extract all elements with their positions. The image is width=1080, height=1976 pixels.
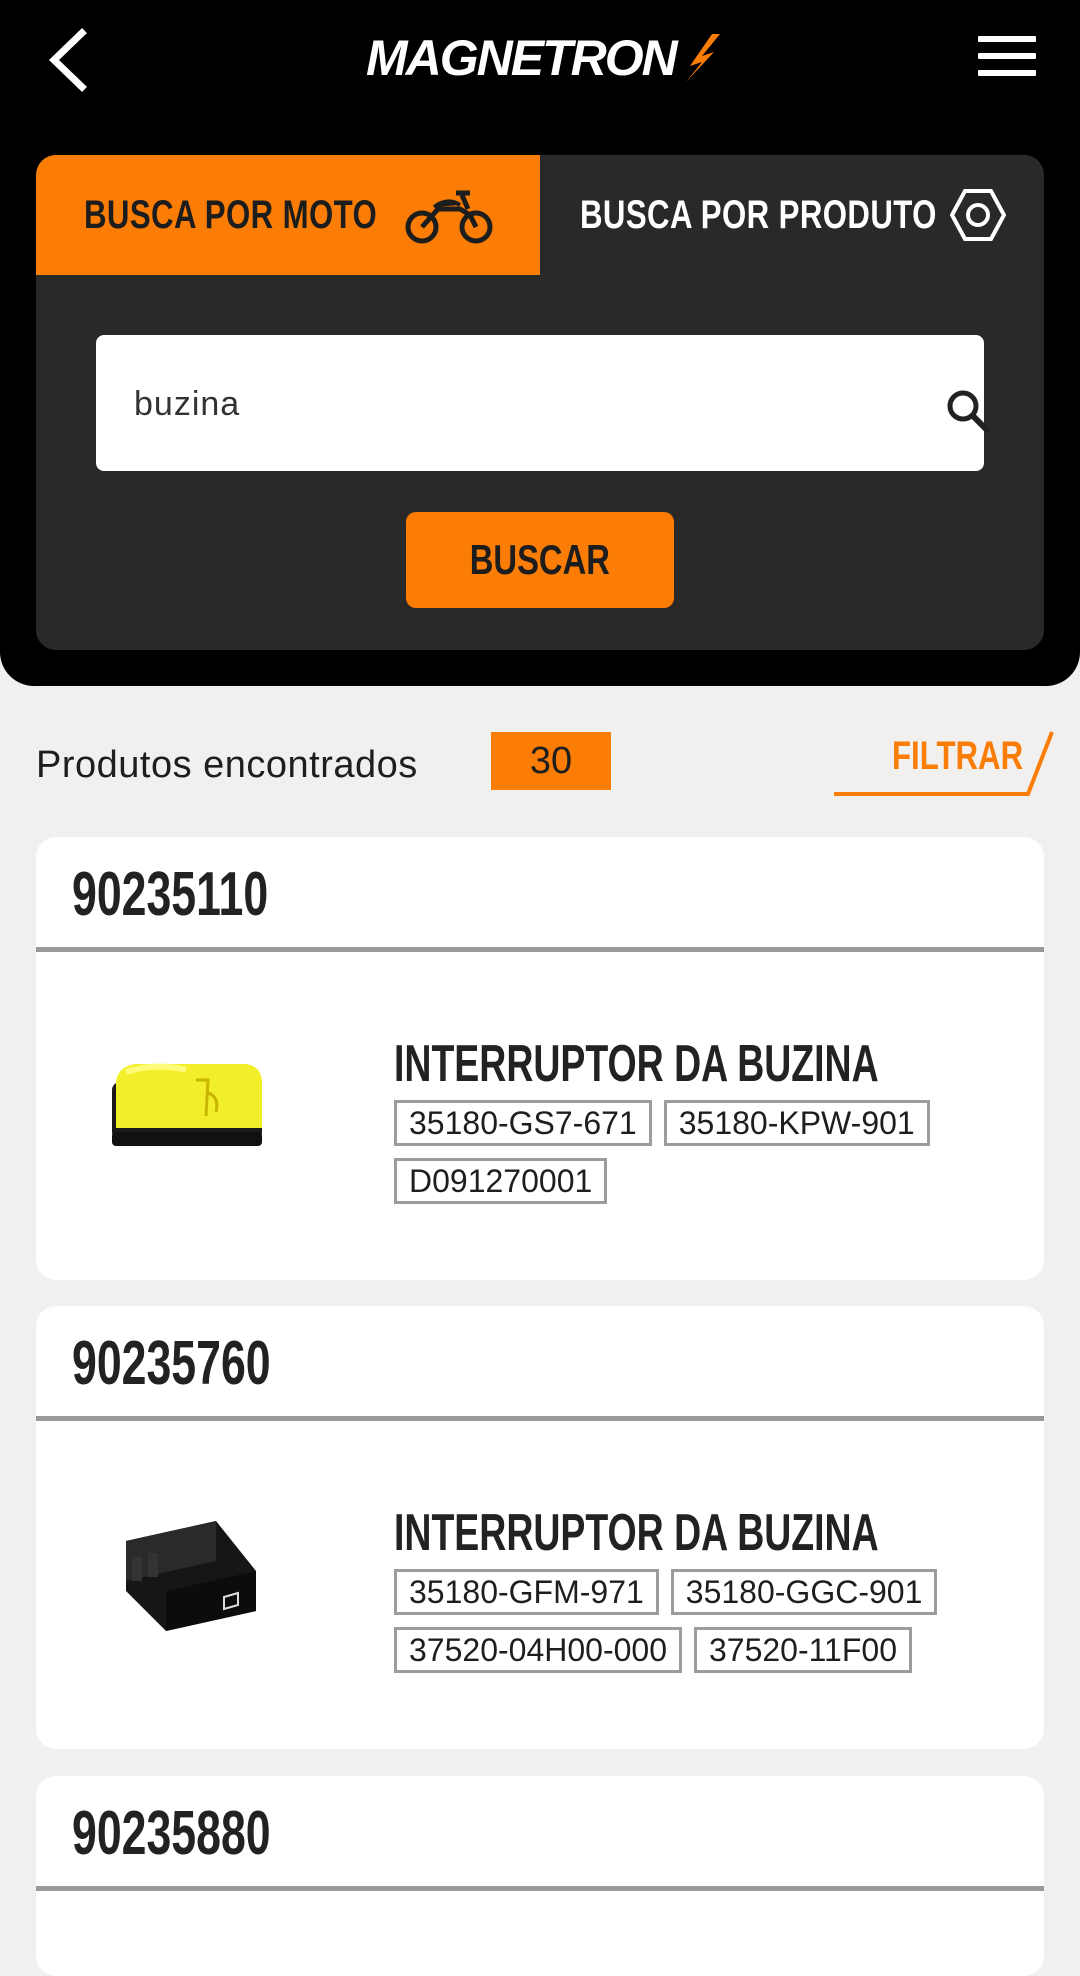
- reference-tag: 35180-GFM-971: [394, 1569, 659, 1615]
- filter-button[interactable]: FILTRAR: [796, 726, 1056, 798]
- filter-underline-icon: [834, 731, 1054, 796]
- reference-tag: 35180-GS7-671: [394, 1100, 652, 1146]
- results-count-badge: 30: [491, 732, 611, 790]
- tab-busca-por-produto[interactable]: BUSCA POR PRODUTO: [540, 155, 1044, 275]
- search-box: [96, 335, 990, 471]
- buscar-button[interactable]: BUSCAR: [406, 512, 674, 608]
- product-card[interactable]: 90235880: [36, 1776, 1044, 1976]
- results-bar: Produtos encontrados 30 FILTRAR: [36, 726, 1054, 816]
- reference-tag: 37520-04H00-000: [394, 1627, 682, 1673]
- brand-logo[interactable]: MAGNETRON: [366, 28, 724, 88]
- product-card-header: 90235110: [36, 837, 1044, 952]
- product-card-header: 90235760: [36, 1306, 1044, 1421]
- product-card-body: INTERRUPTOR DA BUZINA 35180-GS7-671 3518…: [36, 952, 1044, 1277]
- search-input[interactable]: [132, 371, 876, 437]
- product-title: INTERRUPTOR DA BUZINA: [394, 1035, 879, 1093]
- black-horn-switch-image: [126, 1521, 256, 1631]
- hex-nut-icon: [950, 189, 1006, 241]
- motorcycle-icon: [405, 190, 493, 244]
- hamburger-menu-icon: [978, 36, 1036, 76]
- product-card[interactable]: 90235110 INTERRUPTOR DA BUZINA 35180-GS7…: [36, 837, 1044, 1280]
- tab-busca-por-produto-label: BUSCA POR PRODUTO: [580, 192, 937, 237]
- reference-list: 35180-GS7-671 35180-KPW-901 D091270001: [394, 1100, 1014, 1204]
- results-label: Produtos encontrados: [36, 744, 418, 786]
- app-header: MAGNETRON BUSCA POR MOTO BUSCA POR PRODU…: [0, 0, 1080, 686]
- product-card-body: INTERRUPTOR DA BUZINA 35180-GFM-971 3518…: [36, 1421, 1044, 1746]
- lightning-bolt-icon: [685, 34, 720, 82]
- tab-busca-por-moto[interactable]: BUSCA POR MOTO: [36, 155, 540, 275]
- product-card[interactable]: 90235760 INTERRUPTOR DA BUZINA 35180-GFM…: [36, 1306, 1044, 1749]
- tab-busca-por-moto-label: BUSCA POR MOTO: [84, 192, 378, 237]
- reference-tag: D091270001: [394, 1158, 608, 1204]
- product-code: 90235760: [72, 1329, 271, 1398]
- chevron-left-icon: [48, 28, 87, 92]
- product-code: 90235880: [72, 1799, 271, 1868]
- product-code: 90235110: [72, 860, 269, 929]
- search-icon[interactable]: [946, 389, 990, 433]
- reference-list: 35180-GFM-971 35180-GGC-901 37520-04H00-…: [394, 1569, 1014, 1673]
- search-panel: BUSCA POR MOTO BUSCA POR PRODUTO buzina …: [36, 155, 1044, 650]
- reference-tag: 35180-KPW-901: [663, 1100, 930, 1146]
- logo-text: MAGNETRON: [366, 30, 678, 86]
- reference-tag: 35180-GGC-901: [670, 1569, 938, 1615]
- menu-button[interactable]: [978, 36, 1036, 82]
- yellow-horn-switch-image: [112, 1063, 262, 1146]
- reference-tag: 37520-11F00: [693, 1627, 912, 1673]
- product-card-header: 90235880: [36, 1776, 1044, 1891]
- buscar-button-label: BUSCAR: [469, 536, 611, 583]
- back-button[interactable]: [40, 25, 110, 95]
- product-title: INTERRUPTOR DA BUZINA: [394, 1504, 879, 1562]
